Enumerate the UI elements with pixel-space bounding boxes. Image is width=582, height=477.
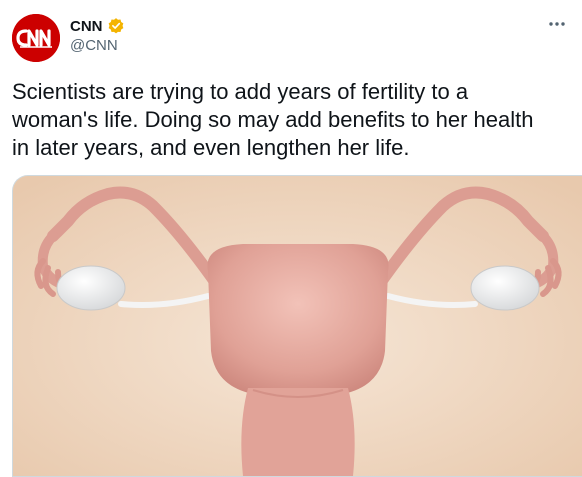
- more-horizontal-icon: [549, 22, 565, 26]
- tweet-text-line: woman's life. Doing so may add benefits …: [12, 107, 534, 132]
- avatar[interactable]: [12, 14, 60, 62]
- verified-badge-icon: [107, 17, 125, 35]
- more-options-button[interactable]: [546, 14, 568, 34]
- display-name[interactable]: CNN: [70, 18, 103, 35]
- uterus-illustration: [13, 176, 582, 476]
- author-name-row: CNN: [70, 17, 125, 35]
- tweet-text-line: Scientists are trying to add years of fe…: [12, 79, 469, 104]
- tweet-text-line: in later years, and even lengthen her li…: [12, 135, 410, 160]
- tweet[interactable]: CNN @CNN Scientists are trying to add ye…: [0, 0, 582, 477]
- tweet-media-image[interactable]: [12, 175, 582, 477]
- cnn-logo-icon: [12, 14, 60, 62]
- tweet-text: Scientists are trying to add years of fe…: [12, 78, 572, 162]
- author-handle[interactable]: @CNN: [70, 37, 118, 54]
